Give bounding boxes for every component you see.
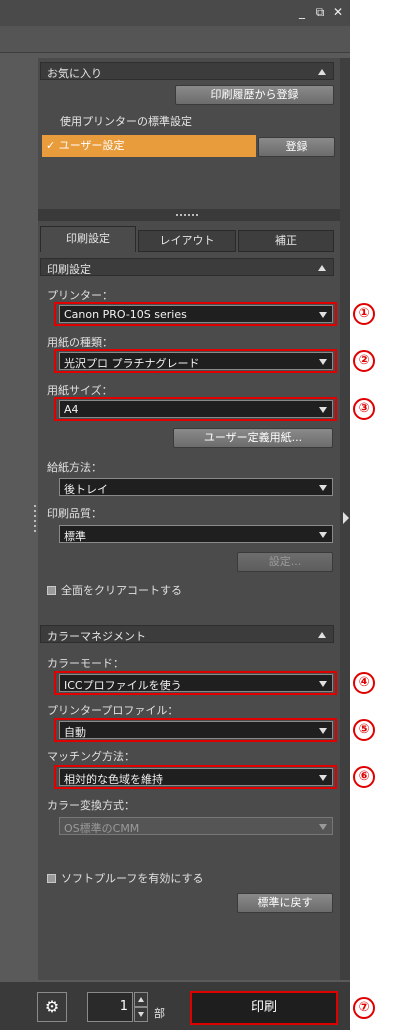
increment-arrow-icon[interactable] bbox=[134, 992, 148, 1007]
conversion-method-value: OS標準のCMM bbox=[64, 822, 140, 835]
callout-marker-3: ③ bbox=[353, 398, 375, 420]
print-button[interactable]: 印刷 bbox=[190, 991, 338, 1025]
favorite-item-label: 使用プリンターの標準設定 bbox=[60, 115, 192, 128]
favorites-section-header[interactable]: お気に入り bbox=[40, 62, 334, 80]
rendering-intent-label: マッチング方法： bbox=[47, 750, 135, 763]
settings-tabs: 印刷設定 レイアウト 補正 bbox=[40, 226, 334, 252]
callout-marker-1: ① bbox=[353, 303, 375, 325]
color-mode-select[interactable]: ICCプロファイルを使う bbox=[59, 674, 333, 692]
paper-size-value: A4 bbox=[64, 403, 79, 416]
paper-source-select[interactable]: 後トレイ bbox=[59, 478, 333, 496]
close-icon[interactable]: ✕ bbox=[332, 5, 344, 19]
favorite-item-printer-default[interactable]: 使用プリンターの標準設定 bbox=[40, 111, 334, 133]
favorites-title: お気に入り bbox=[47, 67, 102, 80]
callout-marker-7: ⑦ bbox=[353, 997, 375, 1019]
title-bar: _ ⧉ ✕ bbox=[0, 0, 350, 26]
favorite-item-user-settings[interactable]: ✓ ユーザー設定 bbox=[42, 135, 256, 157]
custom-paper-size-button[interactable]: ユーザー定義用紙... bbox=[173, 428, 333, 448]
chevron-down-icon bbox=[319, 532, 327, 538]
expand-panel-arrow-icon[interactable] bbox=[343, 512, 349, 524]
media-type-label: 用紙の種類： bbox=[47, 336, 113, 349]
chevron-down-icon bbox=[319, 775, 327, 781]
tab-correction[interactable]: 補正 bbox=[238, 230, 334, 252]
callout-marker-5: ⑤ bbox=[353, 719, 375, 741]
chevron-down-icon bbox=[319, 312, 327, 318]
clear-coat-checkbox[interactable] bbox=[47, 585, 56, 595]
soft-proof-checkbox[interactable] bbox=[47, 873, 56, 883]
soft-proof-label: ソフトプルーフを有効にする bbox=[61, 872, 204, 885]
color-mode-label: カラーモード： bbox=[47, 657, 124, 670]
printer-profile-select[interactable]: 自動 bbox=[59, 721, 333, 739]
printer-label: プリンター： bbox=[47, 289, 113, 302]
collapse-triangle-icon[interactable] bbox=[318, 69, 326, 75]
printer-select[interactable]: Canon PRO-10S series bbox=[59, 305, 333, 323]
print-quality-value: 標準 bbox=[64, 530, 86, 543]
print-settings-title: 印刷設定 bbox=[47, 263, 91, 276]
favorites-list: 使用プリンターの標準設定 ✓ ユーザー設定 bbox=[40, 111, 334, 209]
conversion-method-label: カラー変換方式： bbox=[47, 799, 135, 812]
restore-defaults-button[interactable]: 標準に戻す bbox=[237, 893, 333, 913]
restore-icon[interactable]: ⧉ bbox=[314, 5, 326, 19]
printer-profile-label: プリンタープロファイル： bbox=[47, 704, 179, 717]
chevron-down-icon bbox=[319, 359, 327, 365]
register-button[interactable]: 登録 bbox=[258, 137, 335, 157]
copies-unit-label: 部 bbox=[154, 1007, 165, 1020]
print-settings-section-header[interactable]: 印刷設定 bbox=[40, 258, 334, 276]
rendering-intent-select[interactable]: 相対的な色域を維持 bbox=[59, 768, 333, 786]
chevron-down-icon bbox=[319, 824, 327, 830]
paper-source-value: 後トレイ bbox=[64, 483, 108, 496]
chevron-down-icon bbox=[319, 728, 327, 734]
favorites-splitter[interactable] bbox=[38, 209, 340, 221]
paper-source-label: 給紙方法： bbox=[47, 461, 102, 474]
clear-coat-checkbox-row[interactable]: 全面をクリアコートする bbox=[47, 582, 182, 598]
callout-marker-2: ② bbox=[353, 350, 375, 372]
conversion-method-select[interactable]: OS標準のCMM bbox=[59, 817, 333, 835]
chevron-down-icon bbox=[319, 681, 327, 687]
chevron-down-icon bbox=[319, 485, 327, 491]
media-type-select[interactable]: 光沢プロ プラチナグレード bbox=[59, 352, 333, 370]
callout-marker-4: ④ bbox=[353, 672, 375, 694]
callout-marker-6: ⑥ bbox=[353, 766, 375, 788]
collapse-triangle-icon[interactable] bbox=[318, 632, 326, 638]
color-mode-value: ICCプロファイルを使う bbox=[64, 679, 182, 692]
print-quality-select[interactable]: 標準 bbox=[59, 525, 333, 543]
color-management-title: カラーマネジメント bbox=[47, 630, 146, 643]
quality-settings-button[interactable]: 設定... bbox=[237, 552, 333, 572]
paper-size-label: 用紙サイズ： bbox=[47, 384, 113, 397]
color-management-section-header[interactable]: カラーマネジメント bbox=[40, 625, 334, 643]
collapse-triangle-icon[interactable] bbox=[318, 265, 326, 271]
tab-print-settings[interactable]: 印刷設定 bbox=[40, 226, 136, 252]
decrement-arrow-icon[interactable] bbox=[134, 1007, 148, 1022]
print-quality-label: 印刷品質： bbox=[47, 507, 102, 520]
gear-icon[interactable]: ⚙ bbox=[37, 992, 67, 1022]
tool-strip bbox=[0, 26, 350, 53]
printer-profile-value: 自動 bbox=[64, 726, 86, 739]
favorite-item-label: ユーザー設定 bbox=[58, 139, 125, 152]
preview-pane bbox=[0, 53, 34, 1030]
rendering-intent-value: 相対的な色域を維持 bbox=[64, 773, 163, 786]
soft-proof-checkbox-row[interactable]: ソフトプルーフを有効にする bbox=[47, 870, 203, 886]
chevron-down-icon bbox=[319, 407, 327, 413]
register-from-history-button[interactable]: 印刷履歴から登録 bbox=[175, 85, 334, 105]
copies-input[interactable]: 1 bbox=[87, 992, 133, 1022]
tab-layout[interactable]: レイアウト bbox=[138, 230, 236, 252]
clear-coat-label: 全面をクリアコートする bbox=[61, 584, 182, 597]
printer-value: Canon PRO-10S series bbox=[64, 308, 187, 321]
copies-stepper[interactable] bbox=[134, 992, 148, 1022]
minimize-icon[interactable]: _ bbox=[296, 5, 308, 19]
media-type-value: 光沢プロ プラチナグレード bbox=[64, 357, 200, 370]
check-icon: ✓ bbox=[46, 139, 56, 152]
paper-size-select[interactable]: A4 bbox=[59, 400, 333, 418]
